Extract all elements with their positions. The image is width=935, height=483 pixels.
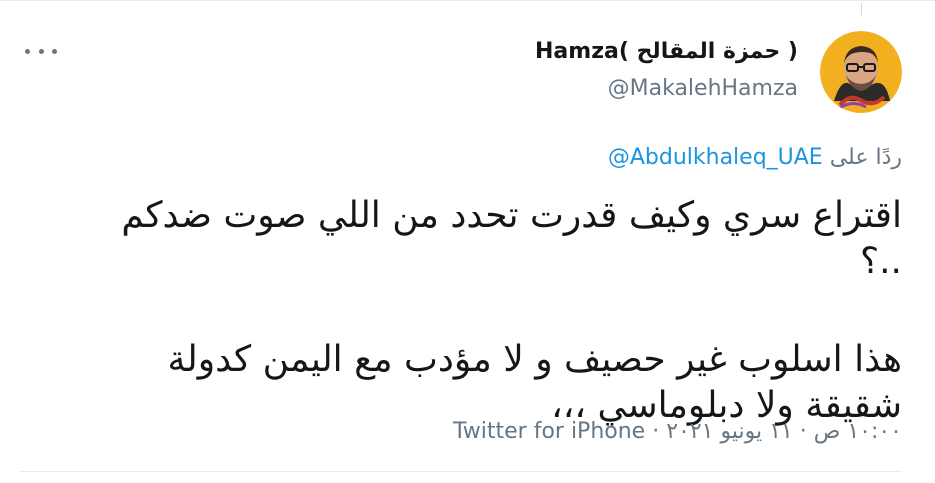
avatar[interactable] — [820, 31, 902, 113]
tweet-date[interactable]: ١١ يونيو ٢٠٢١ — [666, 419, 793, 444]
tweet-time[interactable]: ١٠:٠٠ ص — [814, 419, 902, 444]
dot — [52, 48, 57, 54]
reply-prefix: ردًا على — [829, 145, 902, 170]
divider — [20, 471, 902, 472]
tweet-meta: ١٠:٠٠ ص · ١١ يونيو ٢٠٢١ · Twitter for iP… — [453, 418, 902, 446]
author-display-name[interactable]: ( حمزة المقالح )Hamza — [535, 38, 798, 66]
more-options-icon[interactable] — [25, 41, 57, 61]
tweet-text: اقتراع سري وكيف قدرت تحدد من اللي صوت ضد… — [102, 193, 902, 429]
tweet-text-line: اقتراع سري وكيف قدرت تحدد من اللي صوت ضد… — [121, 195, 902, 282]
thread-connector — [861, 3, 862, 15]
dot — [38, 48, 44, 54]
reply-context: ردًا على @Abdulkhaleq_UAE — [608, 144, 902, 172]
tweet-card: ( حمزة المقالح )Hamza @MakalehHamza ردًا… — [0, 0, 935, 483]
dot — [25, 48, 30, 54]
meta-separator: · — [799, 419, 807, 444]
reply-mention-link[interactable]: @Abdulkhaleq_UAE — [608, 145, 823, 170]
author-handle[interactable]: @MakalehHamza — [608, 75, 798, 103]
tweet-text-line: هذا اسلوب غير حصيف و لا مؤدب مع اليمن كد… — [167, 339, 902, 380]
user-avatar-photo — [820, 31, 902, 113]
tweet-source-link[interactable]: Twitter for iPhone — [453, 419, 645, 444]
meta-separator: · — [652, 419, 660, 444]
